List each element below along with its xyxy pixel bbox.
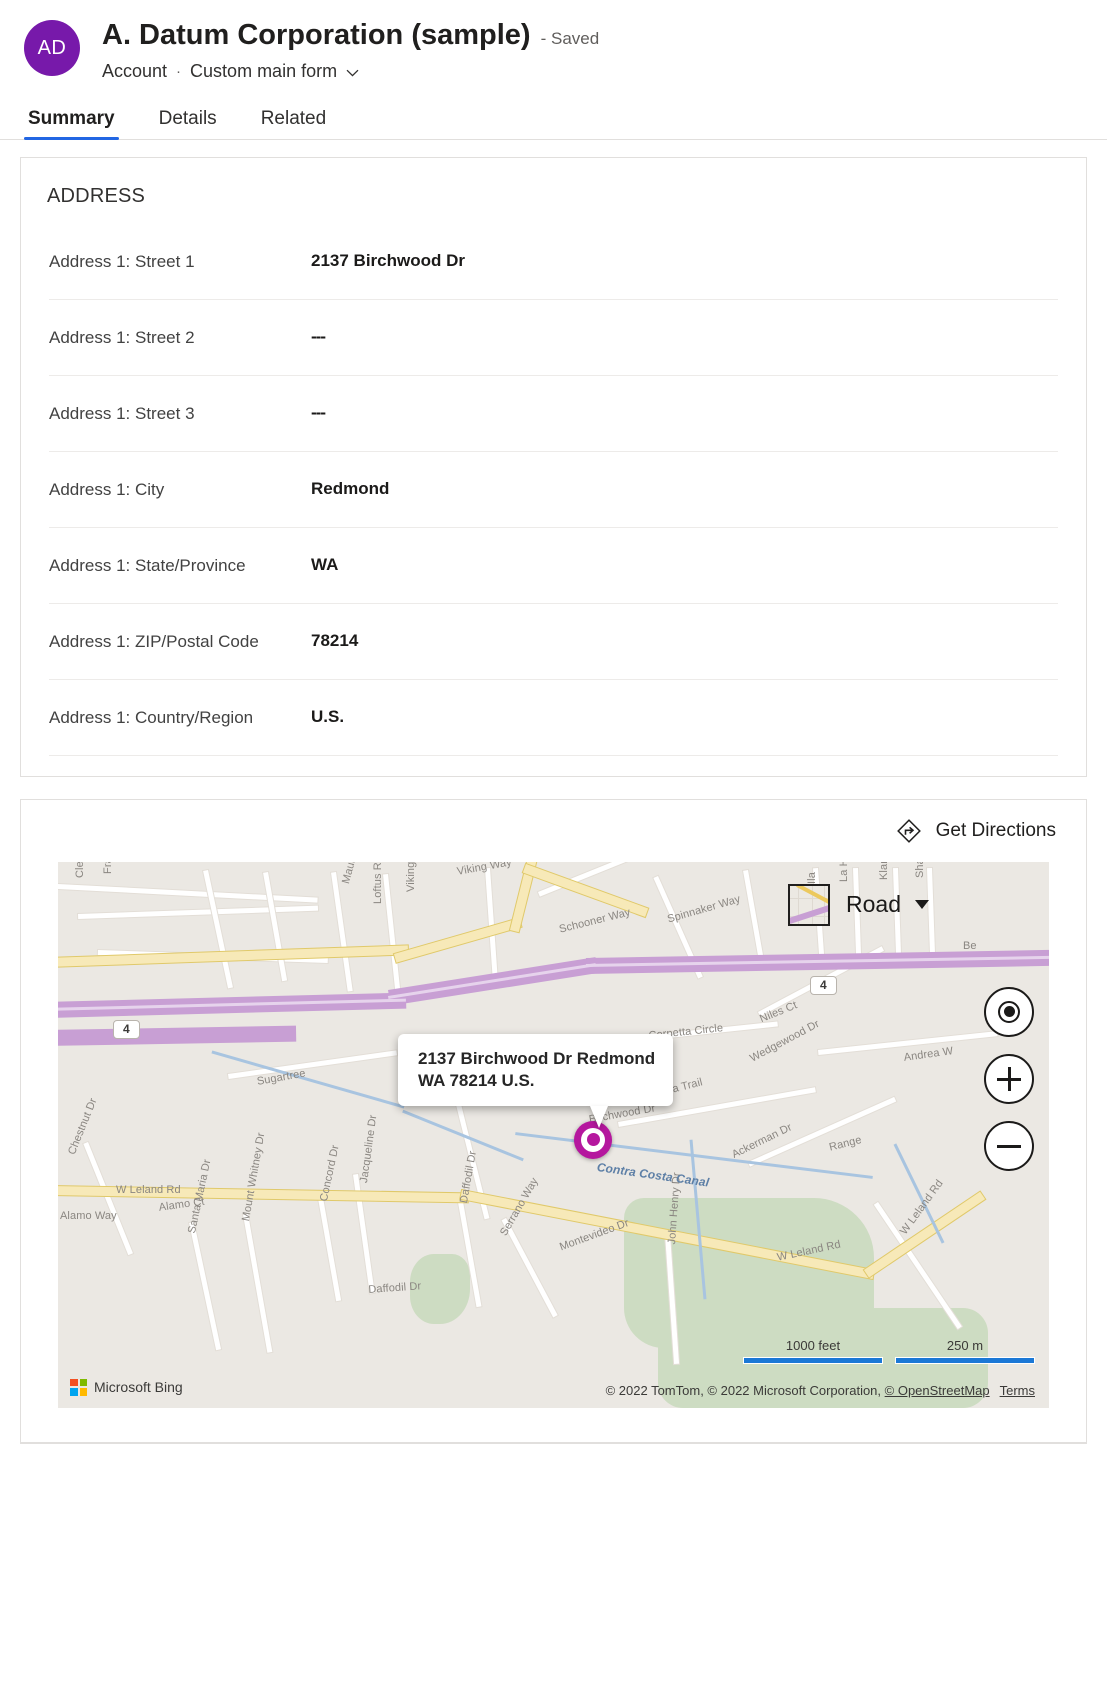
form-selector[interactable]: Custom main form — [190, 61, 359, 82]
map-attribution: © 2022 TomTom, © 2022 Microsoft Corporat… — [606, 1383, 1035, 1398]
microsoft-bing-logo[interactable]: Microsoft Bing — [70, 1379, 183, 1396]
highway-shield: 4 — [113, 1020, 140, 1039]
title-block: A. Datum Corporation (sample) - Saved Ac… — [102, 18, 599, 82]
openstreetmap-link[interactable]: © OpenStreetMap — [885, 1383, 990, 1398]
field-label: Address 1: ZIP/Postal Code — [49, 629, 311, 655]
get-directions-button[interactable]: Get Directions — [896, 818, 1056, 844]
field-row-street2: Address 1: Street 2 --- — [49, 300, 1058, 376]
caret-down-icon — [915, 900, 929, 909]
field-value[interactable]: 2137 Birchwood Dr — [311, 249, 1058, 274]
map-street-label: Klamath — [878, 862, 890, 880]
header-row: AD A. Datum Corporation (sample) - Saved… — [24, 18, 1107, 82]
field-value[interactable]: Redmond — [311, 477, 1058, 502]
map-canvas: 4 4 ClevelandFranklin AveMaureen CircleL… — [58, 862, 1049, 1408]
map-street-label: Loftus Rd — [372, 862, 384, 904]
field-row-state: Address 1: State/Province WA — [49, 528, 1058, 604]
scale-bar — [895, 1357, 1035, 1364]
form-tabs: Summary Details Related — [0, 108, 1107, 140]
tab-summary[interactable]: Summary — [24, 108, 119, 139]
breadcrumb-separator: · — [176, 63, 181, 80]
form-selector-label: Custom main form — [190, 61, 337, 82]
field-label: Address 1: Street 2 — [49, 325, 311, 351]
bing-map[interactable]: 4 4 ClevelandFranklin AveMaureen CircleL… — [58, 862, 1049, 1408]
road-map-thumbnail-icon — [788, 884, 830, 926]
field-label: Address 1: Street 3 — [49, 401, 311, 427]
title-line: A. Datum Corporation (sample) - Saved — [102, 20, 599, 52]
scale-label: 1000 feet — [743, 1338, 883, 1353]
map-street-label: Ila — [806, 872, 818, 884]
field-value[interactable]: --- — [311, 325, 1058, 350]
attribution-copyright: © 2022 TomTom, © 2022 Microsoft Corporat… — [606, 1383, 990, 1398]
map-footer-space — [21, 1408, 1086, 1442]
address-card: ADDRESS Address 1: Street 1 2137 Birchwo… — [20, 157, 1087, 777]
field-row-street1: Address 1: Street 1 2137 Birchwood Dr — [49, 224, 1058, 300]
plus-icon — [997, 1067, 1021, 1091]
scale-bar — [743, 1357, 883, 1364]
map-street-label: Franklin Ave — [102, 862, 114, 874]
field-value[interactable]: 78214 — [311, 629, 1058, 654]
map-street-label: La Habra — [838, 862, 850, 882]
field-label: Address 1: State/Province — [49, 553, 311, 579]
scale-label: 250 m — [895, 1338, 1035, 1353]
field-value[interactable]: U.S. — [311, 705, 1058, 730]
subtitle-line: Account · Custom main form — [102, 61, 599, 82]
page-header: AD A. Datum Corporation (sample) - Saved… — [0, 0, 1107, 82]
field-value[interactable]: WA — [311, 553, 1058, 578]
tab-related[interactable]: Related — [257, 108, 331, 139]
map-toolbar: Get Directions — [21, 800, 1086, 862]
map-callout[interactable]: 2137 Birchwood Dr Redmond WA 78214 U.S. — [398, 1034, 673, 1107]
map-street-label: Viking Way — [405, 862, 417, 892]
map-callout-text: 2137 Birchwood Dr Redmond WA 78214 U.S. — [418, 1048, 655, 1092]
bing-logo-label: Microsoft Bing — [94, 1379, 183, 1395]
page-title: A. Datum Corporation (sample) — [102, 20, 531, 52]
scale-item-imperial: 1000 feet — [743, 1338, 883, 1364]
zoom-out-button[interactable] — [984, 1121, 1034, 1171]
field-row-city: Address 1: City Redmond — [49, 452, 1058, 528]
chevron-down-icon — [346, 69, 359, 77]
directions-arrow-icon — [896, 818, 922, 844]
map-scale-bars: 1000 feet 250 m — [743, 1338, 1035, 1364]
highway-shield: 4 — [810, 976, 837, 995]
callout-tail — [590, 1106, 608, 1128]
scale-item-metric: 250 m — [895, 1338, 1035, 1364]
microsoft-logo-icon — [70, 1379, 87, 1396]
address-field-list: Address 1: Street 1 2137 Birchwood Dr Ad… — [21, 224, 1086, 776]
field-label: Address 1: Street 1 — [49, 249, 311, 275]
save-status: - Saved — [541, 29, 600, 49]
minus-icon — [997, 1134, 1021, 1158]
section-heading-address: ADDRESS — [21, 158, 1086, 224]
map-street-label: Alamo Way — [60, 1210, 117, 1222]
map-street-label: Be — [963, 940, 977, 952]
field-label: Address 1: City — [49, 477, 311, 503]
locate-button[interactable] — [984, 987, 1034, 1037]
map-street-label: Cleveland — [74, 862, 86, 878]
zoom-in-button[interactable] — [984, 1054, 1034, 1104]
map-controls — [984, 987, 1034, 1171]
form-canvas: ADDRESS Address 1: Street 1 2137 Birchwo… — [0, 140, 1107, 1443]
tab-details[interactable]: Details — [155, 108, 221, 139]
field-row-street3: Address 1: Street 3 --- — [49, 376, 1058, 452]
field-label: Address 1: Country/Region — [49, 705, 311, 731]
field-row-zip: Address 1: ZIP/Postal Code 78214 — [49, 604, 1058, 680]
terms-link[interactable]: Terms — [1000, 1383, 1035, 1398]
field-value[interactable]: --- — [311, 401, 1058, 426]
locate-target-icon — [998, 1001, 1020, 1023]
entity-name: Account — [102, 61, 167, 82]
get-directions-label: Get Directions — [936, 820, 1056, 842]
bottom-divider — [20, 1443, 1087, 1444]
map-street-label: W Leland Rd — [116, 1184, 181, 1196]
field-row-country: Address 1: Country/Region U.S. — [49, 680, 1058, 756]
map-card: Get Directions — [20, 799, 1087, 1443]
map-style-picker[interactable]: Road — [788, 884, 929, 926]
avatar: AD — [24, 20, 80, 76]
map-street-label: Shannon — [914, 862, 926, 878]
map-style-label: Road — [846, 891, 901, 918]
